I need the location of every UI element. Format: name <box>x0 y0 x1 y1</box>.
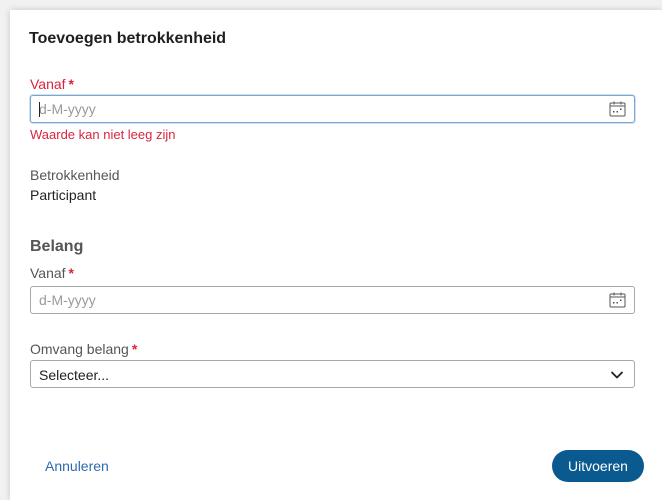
required-asterisk: * <box>68 76 74 92</box>
required-asterisk: * <box>68 265 74 281</box>
belang-vanaf-label-text: Vanaf <box>30 265 66 281</box>
betrokkenheid-label: Betrokkenheid <box>30 167 120 183</box>
add-involvement-dialog: Toevoegen betrokkenheid Vanaf* Waarde ka… <box>10 10 662 500</box>
omvang-belang-label-text: Omvang belang <box>30 341 129 357</box>
belang-vanaf-label: Vanaf * <box>30 265 74 281</box>
required-asterisk: * <box>131 341 138 357</box>
vanaf-date-field[interactable] <box>30 95 635 123</box>
betrokkenheid-value: Participant <box>30 187 97 203</box>
chevron-down-icon[interactable] <box>610 370 624 380</box>
belang-vanaf-date-field[interactable] <box>30 286 635 314</box>
dialog-title: Toevoegen betrokkenheid <box>29 30 227 47</box>
vanaf-label-text: Vanaf <box>30 76 66 92</box>
omvang-belang-select[interactable]: Selecteer... <box>30 360 635 388</box>
belang-section-heading: Belang <box>30 238 84 255</box>
submit-button[interactable]: Uitvoeren <box>552 450 644 482</box>
belang-vanaf-date-input[interactable] <box>39 287 599 313</box>
calendar-icon[interactable] <box>609 292 626 308</box>
omvang-belang-selected-value: Selecteer... <box>39 367 110 383</box>
vanaf-date-input[interactable] <box>39 96 599 122</box>
cancel-link[interactable]: Annuleren <box>45 458 109 474</box>
omvang-belang-label: Omvang belang * <box>30 341 137 357</box>
calendar-icon[interactable] <box>609 101 626 117</box>
vanaf-label: Vanaf * <box>30 76 74 92</box>
text-caret <box>39 102 40 117</box>
vanaf-error-message: Waarde kan niet leeg zijn <box>30 127 176 142</box>
